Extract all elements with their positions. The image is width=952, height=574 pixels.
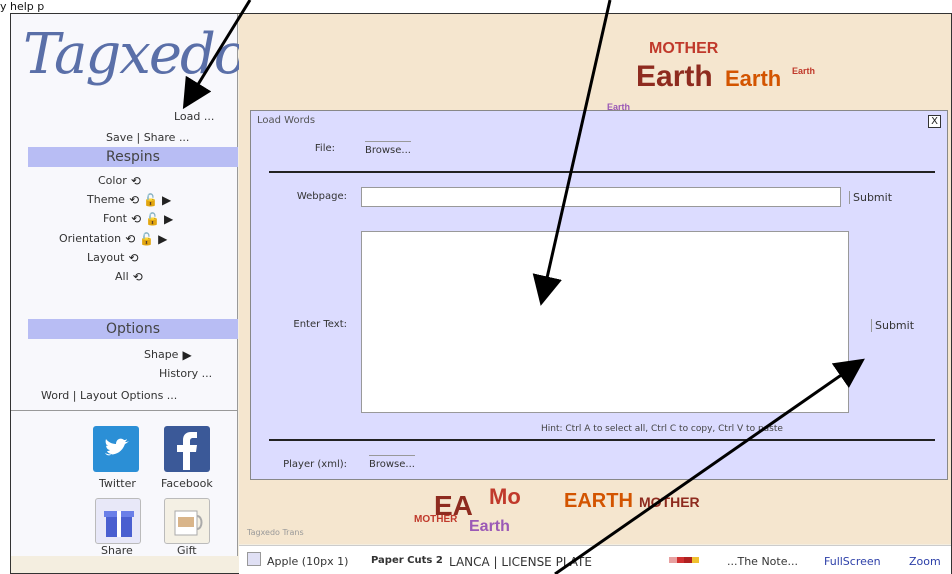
color-swatch bbox=[691, 557, 699, 563]
save-share-link[interactable]: Save | Share ... bbox=[106, 131, 189, 144]
respin-all-label: All bbox=[115, 270, 129, 283]
close-icon[interactable]: X bbox=[928, 115, 941, 128]
dialog-divider bbox=[269, 439, 935, 441]
refresh-icon[interactable]: ⟲ bbox=[125, 233, 135, 245]
refresh-icon[interactable]: ⟲ bbox=[133, 271, 143, 283]
facebook-button[interactable] bbox=[164, 426, 210, 472]
enter-text-submit-button[interactable]: Submit bbox=[871, 319, 914, 332]
cloud-word: Earth bbox=[725, 66, 782, 91]
respin-color[interactable]: Color ⟲ bbox=[98, 174, 141, 187]
respin-all[interactable]: All ⟲ bbox=[115, 270, 143, 283]
cloud-word: MOTHER bbox=[649, 40, 719, 57]
color-swatch bbox=[684, 557, 692, 563]
play-icon[interactable]: ▶ bbox=[162, 194, 171, 206]
load-words-dialog: Load Words X File: Browse... Webpage: Su… bbox=[250, 110, 948, 480]
cloud-word: EARTH bbox=[564, 490, 633, 512]
player-label: Player (xml): bbox=[283, 459, 347, 470]
hint-text: Hint: Ctrl A to select all, Ctrl C to co… bbox=[541, 424, 783, 434]
gift-button[interactable] bbox=[164, 498, 210, 544]
respin-layout-label: Layout bbox=[87, 251, 125, 264]
note-label[interactable]: ...The Note... bbox=[727, 555, 798, 568]
respin-font-label: Font bbox=[103, 212, 127, 225]
color-swatch bbox=[676, 557, 684, 563]
mug-icon bbox=[174, 510, 203, 536]
respin-theme[interactable]: Theme ⟲ 🔓 ▶ bbox=[87, 193, 171, 206]
file-label: File: bbox=[314, 143, 335, 154]
facebook-f-icon bbox=[177, 432, 197, 470]
respin-orientation-label: Orientation bbox=[59, 232, 122, 245]
share-button[interactable] bbox=[95, 498, 141, 544]
cloud-word: Earth bbox=[636, 60, 713, 93]
gift-box-icon bbox=[104, 511, 134, 537]
cloud-word: Mo bbox=[489, 484, 521, 509]
enter-text-area[interactable] bbox=[361, 231, 849, 413]
twitter-label: Twitter bbox=[99, 477, 136, 490]
font-icon[interactable] bbox=[247, 552, 261, 566]
webpage-input[interactable] bbox=[361, 187, 841, 207]
options-header: Options bbox=[28, 319, 238, 339]
respin-color-label: Color bbox=[98, 174, 127, 187]
cloud-word: Earth bbox=[469, 518, 510, 535]
cloud-word: Earth bbox=[792, 66, 816, 76]
cloud-word: MOTHER bbox=[639, 494, 700, 510]
file-browse-button[interactable]: Browse... bbox=[365, 141, 411, 156]
unlock-icon[interactable]: 🔓 bbox=[143, 194, 158, 206]
canvas-watermark: Tagxedo Trans bbox=[247, 528, 304, 537]
twitter-button[interactable] bbox=[93, 426, 139, 472]
webpage-submit-button[interactable]: Submit bbox=[849, 191, 892, 204]
respin-theme-label: Theme bbox=[87, 193, 125, 206]
respin-layout[interactable]: Layout ⟲ bbox=[87, 251, 138, 264]
unlock-icon[interactable]: 🔓 bbox=[145, 213, 160, 225]
player-browse-button[interactable]: Browse... bbox=[369, 455, 415, 470]
fullscreen-link[interactable]: FullScreen bbox=[824, 555, 881, 568]
play-icon[interactable]: ▶ bbox=[158, 233, 167, 245]
respin-orientation[interactable]: Orientation ⟲ 🔓 ▶ bbox=[59, 232, 167, 245]
color-swatches[interactable] bbox=[669, 557, 699, 563]
shape-option[interactable]: Shape ▶ bbox=[144, 348, 192, 361]
history-link[interactable]: History ... bbox=[159, 367, 212, 380]
enter-text-label: Enter Text: bbox=[293, 319, 347, 330]
share-label: Share bbox=[101, 544, 133, 557]
bottom-bar: Apple (10px 1) Paper Cuts 2 LANCA | LICE… bbox=[239, 545, 951, 574]
font-name[interactable]: Apple (10px 1) bbox=[267, 555, 348, 568]
respin-font[interactable]: Font ⟲ 🔓 ▶ bbox=[103, 212, 173, 225]
respins-header: Respins bbox=[28, 147, 238, 167]
gift-label: Gift bbox=[177, 544, 197, 557]
refresh-icon[interactable]: ⟲ bbox=[129, 194, 139, 206]
word-layout-options-link[interactable]: Word | Layout Options ... bbox=[41, 389, 177, 402]
logo: Tagxedo bbox=[23, 22, 248, 87]
sidebar: Tagxedo Load ... Save | Share ... Respin… bbox=[11, 14, 248, 557]
play-icon[interactable]: ▶ bbox=[164, 213, 173, 225]
twitter-bird-icon bbox=[105, 438, 129, 456]
facebook-label: Facebook bbox=[161, 477, 213, 490]
dialog-title: Load Words bbox=[257, 115, 316, 126]
zoom-link[interactable]: Zoom bbox=[909, 555, 941, 568]
load-link[interactable]: Load ... bbox=[174, 110, 214, 123]
dialog-divider bbox=[269, 171, 935, 173]
color-swatch bbox=[669, 557, 677, 563]
license-label[interactable]: LANCA | LICENSE PLATE bbox=[449, 555, 592, 569]
cloud-word: MOTHER bbox=[414, 514, 458, 525]
play-icon[interactable]: ▶ bbox=[182, 349, 191, 361]
shape-label: Shape bbox=[144, 348, 179, 361]
refresh-icon[interactable]: ⟲ bbox=[128, 252, 138, 264]
unlock-icon[interactable]: 🔓 bbox=[139, 233, 154, 245]
webpage-label: Webpage: bbox=[296, 191, 347, 202]
paper-label[interactable]: Paper Cuts 2 bbox=[371, 555, 443, 566]
refresh-icon[interactable]: ⟲ bbox=[131, 175, 141, 187]
sidebar-divider bbox=[11, 410, 238, 411]
top-caption: y help p bbox=[0, 0, 45, 13]
refresh-icon[interactable]: ⟲ bbox=[131, 213, 141, 225]
